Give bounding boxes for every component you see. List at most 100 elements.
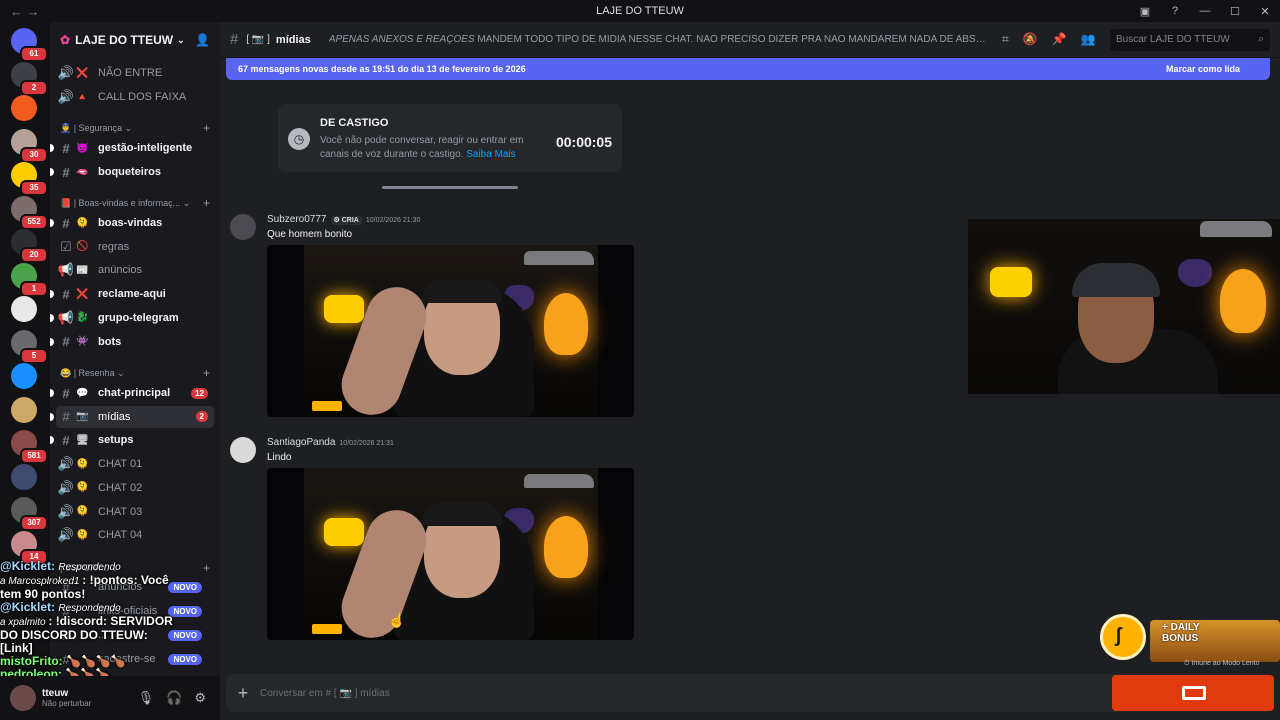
channel-label: gestão-inteligente	[98, 142, 193, 154]
unread-indicator	[50, 389, 54, 397]
server-icon[interactable]	[11, 463, 37, 490]
channel-item[interactable]: # links-oficiais NOVO	[56, 600, 214, 622]
category-boasvindas[interactable]: 📕 | Boas-vindas e informaç... ⌄ +	[60, 195, 210, 211]
new-badge: NOVO	[168, 653, 202, 665]
server-icon[interactable]	[11, 296, 37, 322]
title-bar: ← → LAJE DO TTEUW ▣ ? — ☐ ✕	[0, 0, 1280, 22]
message-attachment[interactable]	[267, 245, 634, 417]
server-icon[interactable]	[11, 95, 37, 121]
video-frame	[304, 468, 598, 640]
maximize-button[interactable]: ☐	[1220, 5, 1250, 18]
channel-item[interactable]: 📢 📰 anúncios	[56, 259, 214, 281]
server-badge: 61	[20, 46, 48, 62]
new-messages-bar[interactable]: 67 mensagens novas desde as 19:51 do dia…	[226, 58, 1270, 80]
channel-type-icon: #	[62, 286, 70, 302]
help-icon[interactable]: ?	[1160, 5, 1190, 17]
channel-label: CHAT 02	[98, 481, 143, 494]
learn-more-link[interactable]: Saiba Mais	[466, 149, 515, 160]
window-controls: ▣ ? — ☐ ✕	[1130, 0, 1280, 22]
unread-indicator	[50, 168, 54, 176]
avatar[interactable]	[10, 685, 36, 711]
streamer-cap	[1072, 263, 1160, 297]
user-name: tteuw	[42, 688, 69, 699]
message: Subzero0777 ⚙ CRIA 10/02/2026 21:30 Que ho…	[230, 214, 650, 419]
add-channel-icon[interactable]: +	[203, 366, 210, 380]
channel-item[interactable]: 🔊 🫠 CHAT 04	[56, 524, 214, 546]
server-badge: 5	[20, 347, 48, 364]
channel-item[interactable]: #... NOVO	[56, 624, 214, 646]
channel-item[interactable]: # cadastre-se NOVO	[56, 648, 214, 670]
category-seguranca[interactable]: 👮 | Segurança ⌄ +	[60, 120, 210, 136]
invite-people-icon[interactable]: 👤	[195, 33, 210, 47]
clock-icon: ◷	[288, 128, 310, 150]
add-attachment-icon[interactable]: +	[226, 683, 260, 704]
channel-label: boas-vindas	[98, 217, 163, 229]
lamp-right	[544, 293, 588, 355]
avatar[interactable]	[230, 214, 256, 240]
channel-item[interactable]: # ❌ reclame-aqui	[50, 283, 214, 305]
server-badge: 307	[20, 515, 48, 531]
scroll-handle[interactable]	[382, 186, 518, 189]
channel-item[interactable]: 📢 🐉 grupo-telegram	[50, 307, 214, 329]
channel-item[interactable]: # anúncios NOVO	[56, 576, 214, 598]
pin-icon[interactable]: 📌	[1052, 32, 1067, 47]
threads-icon[interactable]: ⌗	[1002, 32, 1009, 47]
message-attachment[interactable]	[267, 468, 634, 640]
message-author[interactable]: Subzero0777 ⚙ CRIA 10/02/2026 21:30	[267, 214, 420, 225]
channel-item[interactable]: # 💬 chat-principal 12	[50, 382, 214, 404]
server-icon[interactable]	[11, 363, 37, 389]
add-channel-icon[interactable]: +	[203, 121, 210, 135]
channel-item[interactable]: # 👿 gestão-inteligente	[50, 137, 214, 159]
channel-item[interactable]: 🔊 🫠 CHAT 02	[56, 477, 214, 499]
channel-item[interactable]: # 📷 mídias 2	[50, 405, 214, 428]
close-button[interactable]: ✕	[1250, 5, 1280, 18]
screen-share-icon[interactable]: ▣	[1130, 5, 1160, 18]
category-resenha[interactable]: 😂 | Resenha ⌄ +	[60, 365, 210, 381]
channel-type-icon: 🔊	[57, 527, 75, 543]
category-suporte[interactable]: | SUPORT... ⌄ +	[60, 560, 210, 576]
channel-item[interactable]: ☑ 🚫 regras	[56, 236, 214, 258]
channel-item[interactable]: # 🫠 boas-vindas	[50, 212, 214, 234]
channel-item[interactable]: 🔊 🔺 CALL DOS FAIXA	[56, 86, 214, 108]
headphones-icon[interactable]: 🎧	[166, 690, 182, 706]
channel-emoji: 🖥	[76, 434, 89, 446]
channel-emoji: 🫦	[76, 166, 89, 178]
stream-action-button[interactable]	[1112, 675, 1274, 711]
channel-item[interactable]: 🔊 🫠 CHAT 01	[56, 453, 214, 475]
message-author[interactable]: SantiagoPanda 10/02/2026 21:31	[267, 437, 394, 448]
author-name[interactable]: Subzero0777	[267, 214, 327, 225]
minimize-button[interactable]: —	[1190, 5, 1220, 17]
avatar[interactable]	[230, 437, 256, 463]
mark-as-read-button[interactable]: Marcar como lida	[1166, 64, 1240, 74]
new-badge: NOVO	[168, 629, 202, 641]
channel-label: cadastre-se	[98, 653, 156, 665]
channel-type-icon: #	[62, 164, 70, 180]
channel-topic[interactable]: APENAS ANEXOS E REAÇÕES MANDEM TODO TIPO…	[329, 34, 989, 45]
channel-label: anúncios	[98, 264, 143, 277]
channel-item[interactable]: 🔊 🫠 CHAT 03	[56, 501, 214, 523]
search-input[interactable]: Buscar LAJE DO TTEUW ⌕	[1110, 29, 1270, 51]
notification-mute-icon[interactable]: 🔕	[1023, 32, 1038, 47]
nav-arrows[interactable]: ← →	[0, 4, 60, 19]
server-list: 61 2 30 35 552 20 1 5 581 307 14	[0, 22, 50, 720]
mention-badge: 12	[191, 387, 208, 399]
members-icon[interactable]: 👥	[1081, 32, 1096, 47]
channel-type-icon: 🔊	[57, 479, 75, 495]
daily-bonus[interactable]: ʃ + DAILY BONUS ⏱ Imune ao Modo Lento	[1100, 610, 1280, 674]
message-time: 10/02/2026 21:30	[365, 217, 421, 224]
timeout-timer: 00:00:05	[555, 134, 612, 150]
channel-item[interactable]: # 🖥 setups	[50, 429, 214, 451]
add-channel-icon[interactable]: +	[203, 196, 210, 210]
channel-header: # [ 📷 ] mídias APENAS ANEXOS E REAÇÕES M…	[220, 22, 1280, 58]
channel-emoji: 👿	[76, 142, 89, 154]
settings-gear-icon[interactable]: ⚙	[194, 690, 206, 706]
channel-type-icon: #	[62, 409, 70, 425]
channel-item[interactable]: 🔊 ❌ NÃO ENTRE	[56, 62, 214, 84]
server-icon[interactable]	[11, 396, 37, 423]
add-channel-icon[interactable]: +	[203, 561, 210, 575]
author-name[interactable]: SantiagoPanda	[267, 437, 335, 448]
server-header[interactable]: ✿ LAJE DO TTEUW ⌄ 👤	[50, 22, 220, 58]
channel-item[interactable]: # 👾 bots	[50, 331, 214, 353]
channel-item[interactable]: # 🫦 boqueteiros	[50, 161, 214, 183]
microphone-icon[interactable]: 🎙	[138, 690, 155, 706]
